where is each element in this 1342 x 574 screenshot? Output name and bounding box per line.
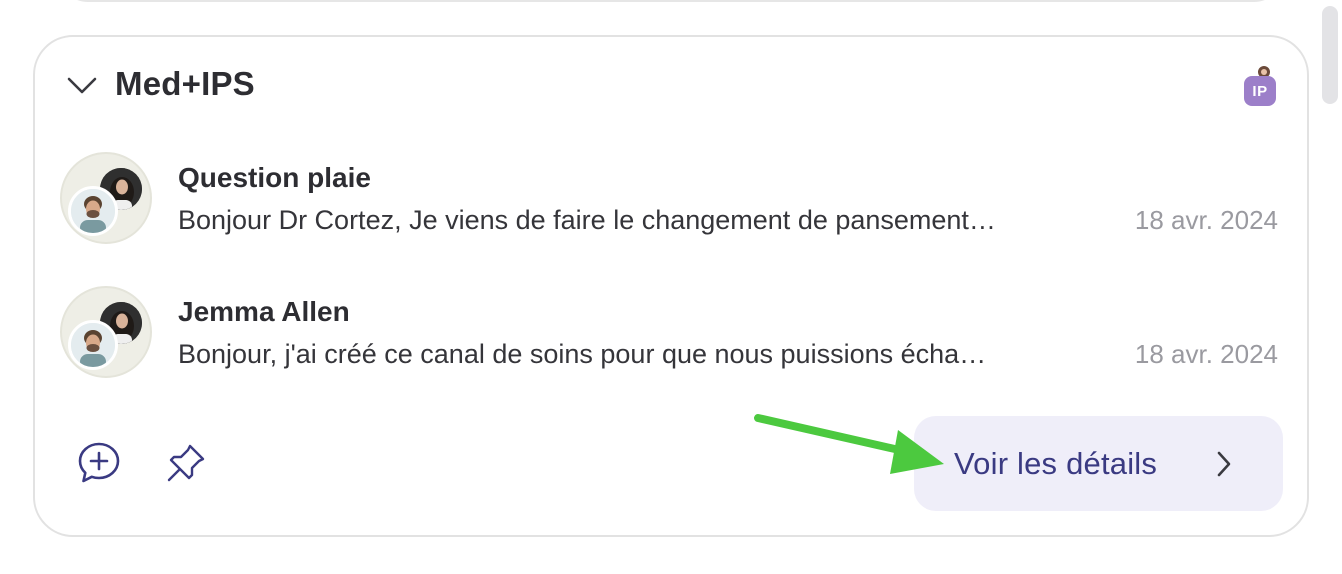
chat-plus-icon[interactable] bbox=[76, 440, 122, 486]
previous-card-edge bbox=[58, 0, 1284, 2]
chevron-right-icon bbox=[1217, 451, 1231, 477]
conversation-preview: Bonjour, j'ai créé ce canal de soins pou… bbox=[178, 339, 987, 369]
conversation-date: 18 avr. 2024 bbox=[1134, 339, 1278, 369]
group-members-avatar[interactable]: IP bbox=[1242, 64, 1278, 108]
group-title[interactable]: Med+IPS bbox=[115, 64, 255, 104]
member-initials-badge: IP bbox=[1244, 76, 1276, 106]
scrollbar[interactable] bbox=[1322, 6, 1338, 104]
participant-avatar bbox=[68, 320, 118, 370]
conversation-date: 18 avr. 2024 bbox=[1134, 205, 1278, 235]
chevron-down-icon[interactable] bbox=[66, 72, 98, 98]
conversation-avatar-group bbox=[60, 152, 152, 244]
conversation-avatar-group bbox=[60, 286, 152, 378]
view-details-button[interactable]: Voir les détails bbox=[914, 416, 1283, 511]
conversation-item[interactable]: Question plaie Bonjour Dr Cortez, Je vie… bbox=[60, 152, 1280, 248]
conversation-item[interactable]: Jemma Allen Bonjour, j'ai créé ce canal … bbox=[60, 286, 1280, 382]
view-details-label: Voir les détails bbox=[954, 445, 1158, 481]
pin-icon[interactable] bbox=[163, 440, 209, 486]
conversation-title: Question plaie bbox=[178, 162, 371, 193]
conversation-preview: Bonjour Dr Cortez, Je viens de faire le … bbox=[178, 205, 996, 235]
conversation-title: Jemma Allen bbox=[178, 296, 350, 327]
participant-avatar bbox=[68, 186, 118, 236]
